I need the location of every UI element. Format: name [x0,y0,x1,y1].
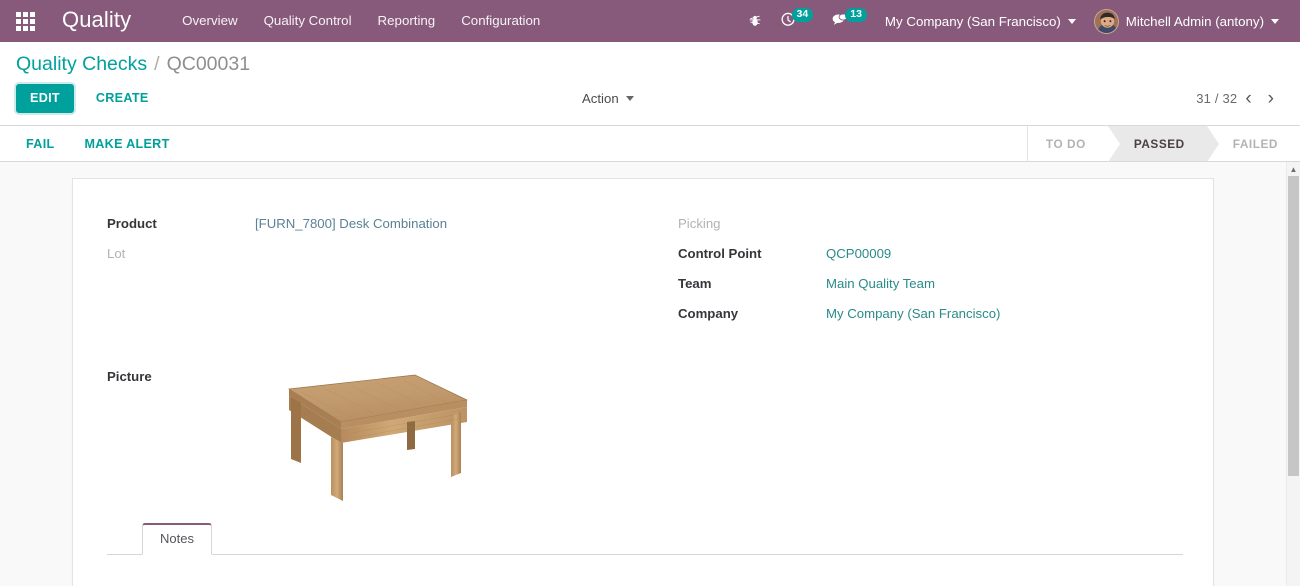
breadcrumb: Quality Checks / QC00031 [16,42,1284,78]
fail-button[interactable]: FAIL [16,132,64,156]
field-label-team: Team [678,276,712,291]
product-link[interactable]: [FURN_7800] Desk Combination [255,216,447,231]
field-product: Product [FURN_7800] Desk Combination [107,213,615,234]
picture-preview[interactable] [255,367,515,503]
field-label-picture: Picture [107,369,152,384]
action-dropdown[interactable]: Action [576,86,640,111]
vertical-scrollbar[interactable]: ▲ ▼ [1286,162,1300,586]
company-switcher[interactable]: My Company (San Francisco) [876,0,1085,42]
scrollbar-thumb[interactable] [1288,176,1299,476]
pager-counter: 31 / 32 [1196,91,1238,106]
user-menu-label: Mitchell Admin (antony) [1125,13,1264,29]
control-point-link[interactable]: QCP00009 [826,246,891,261]
make-alert-button[interactable]: MAKE ALERT [74,132,179,156]
pager-previous-button[interactable]: ‹ [1237,87,1259,110]
field-label-product: Product [107,216,157,231]
status-action-bar: FAIL MAKE ALERT TO DO PASSED FAILED [0,126,1300,162]
bug-icon [748,14,762,28]
field-picking: Picking [678,213,1183,234]
form-field-grid: Product [FURN_7800] Desk Combination Lot… [107,213,1183,333]
field-team: Team Main Quality Team [678,273,1183,294]
control-panel-buttons: EDIT CREATE Action 31 / 32 ‹ › [16,78,1284,125]
record-pager: 31 / 32 ‹ › [1196,87,1284,110]
status-badge-passed[interactable]: PASSED [1107,126,1219,162]
user-menu[interactable]: Mitchell Admin (antony) [1085,0,1288,42]
team-link[interactable]: Main Quality Team [826,276,935,291]
messaging-menu[interactable]: 13 [822,0,876,42]
company-switcher-label: My Company (San Francisco) [884,13,1061,29]
form-scroll-container: Product [FURN_7800] Desk Combination Lot… [0,162,1286,586]
app-brand-title[interactable]: Quality [62,9,131,33]
form-sheet: Product [FURN_7800] Desk Combination Lot… [72,178,1214,586]
statusbar-buttons: FAIL MAKE ALERT [16,126,180,161]
activity-menu[interactable]: 34 [771,0,823,42]
menu-item-configuration[interactable]: Configuration [448,0,553,42]
menu-item-quality-control[interactable]: Quality Control [251,0,365,42]
field-control-point: Control Point QCP00009 [678,243,1183,264]
chevron-down-icon [1067,18,1076,24]
field-label-control-point: Control Point [678,246,762,261]
field-label-lot: Lot [107,246,126,261]
field-label-company: Company [678,306,739,321]
activity-counter-badge: 34 [791,8,814,22]
menu-item-overview[interactable]: Overview [169,0,250,42]
apps-menu-toggle[interactable] [8,4,42,38]
chevron-down-icon [625,96,634,101]
main-menu: Overview Quality Control Reporting Confi… [169,0,553,42]
field-value-control-point: QCP00009 [826,243,891,264]
form-column-right: Picking Control Point QCP00009 Team Main… [645,213,1183,333]
breadcrumb-item-current: QC00031 [166,53,251,75]
scroll-up-arrow-icon[interactable]: ▲ [1287,162,1300,176]
edit-button[interactable]: EDIT [16,84,74,113]
status-badge-to-do[interactable]: TO DO [1027,126,1108,161]
field-label-picking: Picking [678,216,721,231]
status-badge-failed[interactable]: FAILED [1206,126,1300,161]
messaging-counter-badge: 13 [845,8,867,22]
status-pipeline: TO DO PASSED FAILED [1026,126,1300,162]
form-column-left: Product [FURN_7800] Desk Combination Lot [107,213,645,273]
field-value-company: My Company (San Francisco) [826,303,1000,324]
apps-grid-icon [15,11,35,31]
company-link[interactable]: My Company (San Francisco) [826,306,1000,321]
breadcrumb-item-quality-checks[interactable]: Quality Checks [16,53,147,76]
pager-next-button[interactable]: › [1260,87,1282,110]
field-value-product: [FURN_7800] Desk Combination [255,213,447,234]
field-picture: Picture [107,367,1183,503]
action-dropdown-label: Action [582,91,619,106]
navbar-right-section: 34 13 My Company (San Francisco) Mitchel… [739,0,1288,42]
create-button[interactable]: CREATE [83,84,162,113]
field-company: Company My Company (San Francisco) [678,303,1183,324]
control-panel: Quality Checks / QC00031 EDIT CREATE Act… [0,42,1300,126]
breadcrumb-separator: / [154,53,160,75]
form-viewport: Product [FURN_7800] Desk Combination Lot… [0,162,1300,586]
chevron-down-icon [1271,18,1279,24]
field-value-team: Main Quality Team [826,273,935,294]
notebook-tabs: Notes [107,523,1183,556]
wooden-desk-table-photo [287,374,469,501]
notebook: Notes [107,523,1183,586]
top-navbar: Quality Overview Quality Control Reporti… [0,0,1300,42]
menu-item-reporting[interactable]: Reporting [365,0,449,42]
notebook-page-notes[interactable] [107,555,1183,586]
user-avatar [1093,8,1119,34]
tab-notes[interactable]: Notes [142,523,212,556]
field-lot: Lot [107,243,615,264]
debug-menu[interactable] [739,0,771,42]
